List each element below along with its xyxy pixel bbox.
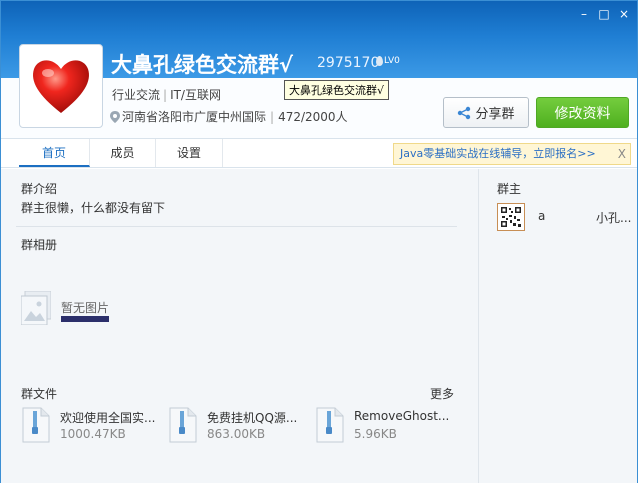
group-name: 大鼻孔绿色交流群√ — [111, 53, 294, 77]
maximize-button[interactable]: □ — [595, 7, 613, 21]
zip-file-icon — [22, 407, 50, 443]
intro-title: 群介绍 — [21, 182, 58, 196]
group-info-window: – □ × 大鼻孔绿色交流群√ 2975170 LV0 大鼻孔绿色交流群√ 行业… — [0, 0, 638, 483]
separator: | — [163, 88, 168, 102]
tab-settings[interactable]: 设置 — [156, 139, 223, 167]
ad-banner[interactable]: Java零基础实战在线辅导，立即报名>> X — [393, 143, 631, 165]
album-progress-bar — [61, 316, 109, 322]
left-pane: 群介绍 群主很懒，什么都没有留下 群相册 暂无图片 群文件 更多 欢迎使用全国实… — [1, 169, 477, 483]
main-content: 群介绍 群主很懒，什么都没有留下 群相册 暂无图片 群文件 更多 欢迎使用全国实… — [1, 169, 637, 483]
level-label: LV0 — [384, 56, 400, 66]
ad-close-button[interactable]: X — [618, 144, 626, 164]
owner-title: 群主 — [497, 182, 522, 196]
file-size: 1000.47KB — [60, 427, 126, 441]
group-category: 行业交流 | IT/互联网 — [112, 86, 221, 103]
group-location: 河南省洛阳市广厦中州国际 | 472/2000人 — [110, 108, 348, 125]
intro-text: 群主很懒，什么都没有留下 — [21, 201, 166, 215]
location-pin-icon — [110, 110, 120, 123]
location-label: 河南省洛阳市广厦中州国际 — [122, 110, 267, 124]
files-more-link[interactable]: 更多 — [430, 385, 454, 402]
zip-file-icon — [316, 407, 344, 443]
tab-home[interactable]: 首页 — [19, 139, 90, 167]
heart-icon — [24, 49, 98, 123]
group-avatar[interactable] — [19, 44, 103, 128]
group-id: 2975170 — [317, 55, 380, 71]
owner-nickname[interactable]: 小孔... — [596, 209, 631, 226]
file-size: 863.00KB — [207, 427, 266, 441]
level-drop-icon — [376, 56, 383, 66]
separator: | — [270, 109, 275, 124]
close-button[interactable]: × — [615, 7, 633, 21]
file-name: RemoveGhost... — [354, 409, 450, 423]
edit-profile-button[interactable]: 修改资料 — [536, 97, 629, 128]
qr-code-icon — [500, 206, 522, 228]
header: – □ × 大鼻孔绿色交流群√ 2975170 LV0 大鼻孔绿色交流群√ 行业… — [1, 1, 637, 141]
files-title: 群文件 — [21, 387, 58, 401]
owner-name[interactable]: a — [538, 209, 545, 223]
level-badge: LV0 — [376, 56, 400, 66]
subcategory-label[interactable]: IT/互联网 — [170, 88, 221, 102]
right-pane: 群主 a 小孔... — [478, 169, 637, 483]
share-group-button[interactable]: 分享群 — [443, 97, 529, 128]
tab-members[interactable]: 成员 — [90, 139, 156, 167]
zip-file-icon — [169, 407, 197, 443]
ad-text[interactable]: Java零基础实战在线辅导，立即报名>> — [400, 147, 596, 160]
minimize-button[interactable]: – — [575, 7, 593, 21]
album-empty-label: 暂无图片 — [61, 301, 110, 315]
group-name-tooltip: 大鼻孔绿色交流群√ — [284, 80, 390, 100]
tab-bar: 首页 成员 设置 Java零基础实战在线辅导，立即报名>> X — [1, 138, 637, 168]
file-name: 欢迎使用全国实... — [60, 411, 156, 425]
share-label: 分享群 — [475, 107, 515, 122]
member-count: 472/2000人 — [278, 110, 348, 124]
photo-icon — [21, 291, 51, 325]
owner-avatar[interactable] — [497, 203, 525, 231]
category-label[interactable]: 行业交流 — [112, 88, 160, 102]
album-title: 群相册 — [21, 238, 58, 252]
file-size: 5.96KB — [354, 427, 397, 441]
share-icon — [458, 106, 471, 119]
divider — [16, 226, 457, 227]
file-name: 免费挂机QQ源... — [207, 411, 298, 425]
